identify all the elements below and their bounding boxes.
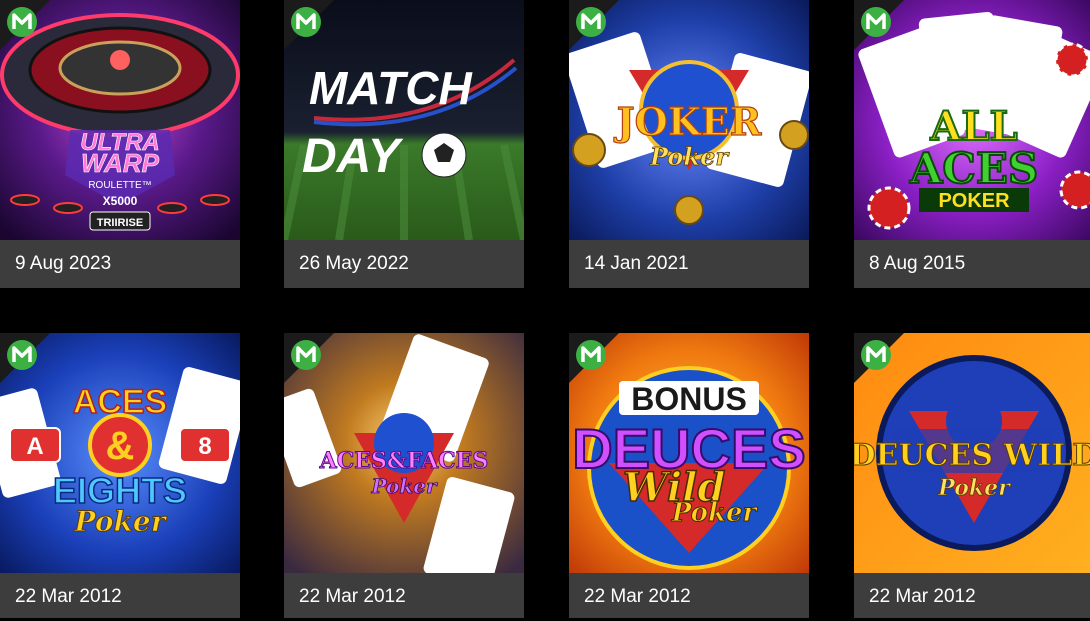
svg-text:ALL: ALL xyxy=(929,103,1017,150)
game-thumbnail[interactable]: MATCH DAY xyxy=(284,0,524,240)
release-date: 26 May 2022 xyxy=(284,240,524,288)
game-thumbnail[interactable]: ULTRA WARP ROULETTE™ X5000 TRIIRISE xyxy=(0,0,240,240)
game-thumbnail[interactable]: ACES A 8 & EIGHTS Poker xyxy=(0,333,240,573)
svg-text:Poker: Poker xyxy=(371,474,438,498)
game-tile[interactable]: ACES&FACES Poker 22 Mar 2012 xyxy=(284,333,524,618)
release-date: 9 Aug 2023 xyxy=(0,240,240,288)
svg-text:JOKER: JOKER xyxy=(614,99,762,144)
microgaming-logo-icon xyxy=(284,333,334,383)
microgaming-logo-icon xyxy=(0,0,50,50)
game-thumbnail[interactable]: BONUS DEUCES Wild Poker xyxy=(569,333,809,573)
svg-text:BONUS: BONUS xyxy=(631,381,747,417)
release-date: 22 Mar 2012 xyxy=(569,573,809,618)
game-tile[interactable]: BONUS DEUCES Wild Poker 22 Mar 2012 xyxy=(569,333,809,618)
svg-text:X5000: X5000 xyxy=(103,194,138,208)
svg-text:Poker: Poker xyxy=(74,505,168,538)
svg-text:WARP: WARP xyxy=(81,148,160,178)
svg-text:&: & xyxy=(106,424,135,468)
svg-text:MATCH: MATCH xyxy=(309,62,472,114)
svg-text:ROULETTE™: ROULETTE™ xyxy=(88,180,151,191)
microgaming-logo-icon xyxy=(0,333,50,383)
release-date: 14 Jan 2021 xyxy=(569,240,809,288)
svg-text:ACES&FACES: ACES&FACES xyxy=(319,448,489,474)
svg-text:A: A xyxy=(26,433,43,460)
svg-text:Poker: Poker xyxy=(937,475,1011,501)
svg-text:ACES: ACES xyxy=(909,144,1038,193)
game-thumbnail[interactable]: DEUCES WILD Poker xyxy=(854,333,1090,573)
game-thumbnail[interactable]: ACES&FACES Poker xyxy=(284,333,524,573)
game-tile[interactable]: ALL ACES POKER 8 Aug 2015 xyxy=(854,0,1090,288)
svg-text:8: 8 xyxy=(198,433,211,460)
release-date: 22 Mar 2012 xyxy=(284,573,524,618)
microgaming-logo-icon xyxy=(569,333,619,383)
game-tile[interactable]: ULTRA WARP ROULETTE™ X5000 TRIIRISE 9 Au… xyxy=(0,0,240,288)
release-date: 22 Mar 2012 xyxy=(854,573,1090,618)
microgaming-logo-icon xyxy=(284,0,334,50)
svg-text:Poker: Poker xyxy=(671,498,759,528)
svg-text:POKER: POKER xyxy=(938,190,1010,212)
svg-text:Poker: Poker xyxy=(649,142,730,171)
microgaming-logo-icon xyxy=(854,333,904,383)
release-date: 22 Mar 2012 xyxy=(0,573,240,618)
microgaming-logo-icon xyxy=(854,0,904,50)
game-thumbnail[interactable]: ALL ACES POKER xyxy=(854,0,1090,240)
game-tile[interactable]: JOKER Poker 14 Jan 2021 xyxy=(569,0,809,288)
microgaming-logo-icon xyxy=(569,0,619,50)
game-tile[interactable]: MATCH DAY 26 May 2022 xyxy=(284,0,524,288)
release-date: 8 Aug 2015 xyxy=(854,240,1090,288)
svg-text:DEUCES WILD: DEUCES WILD xyxy=(854,438,1090,473)
game-tile[interactable]: ACES A 8 & EIGHTS Poker 22 Mar 2012 xyxy=(0,333,240,618)
game-tile[interactable]: DEUCES WILD Poker 22 Mar 2012 xyxy=(854,333,1090,618)
game-thumbnail[interactable]: JOKER Poker xyxy=(569,0,809,240)
svg-text:DAY: DAY xyxy=(302,130,404,183)
svg-text:TRIIRISE: TRIIRISE xyxy=(97,217,143,229)
